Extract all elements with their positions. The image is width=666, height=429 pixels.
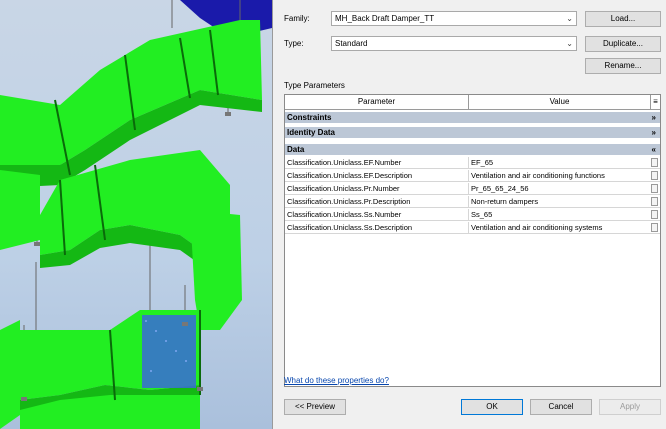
column-header-value[interactable]: Value xyxy=(469,95,651,109)
group-identity-data[interactable]: Identity Data » xyxy=(285,127,660,139)
type-label: Type: xyxy=(284,39,304,48)
type-value: Standard xyxy=(335,39,368,48)
column-header-parameter[interactable]: Parameter xyxy=(285,95,469,109)
table-row[interactable]: Classification.Uniclass.Ss.Number Ss_65 xyxy=(285,209,660,221)
apply-button[interactable]: Apply xyxy=(599,399,661,415)
expand-chevron-icon[interactable]: » xyxy=(652,127,656,139)
edit-cell-button[interactable] xyxy=(651,197,658,206)
duct-model-render xyxy=(0,0,272,429)
collapse-chevron-icon[interactable]: « xyxy=(652,144,656,156)
table-row[interactable]: Classification.Uniclass.Ss.Description V… xyxy=(285,222,660,234)
column-settings-icon[interactable]: ≡ xyxy=(651,95,660,109)
ok-button[interactable]: OK xyxy=(461,399,523,415)
family-dropdown[interactable]: MH_Back Draft Damper_TT ⌄ xyxy=(331,11,577,26)
table-row[interactable]: Classification.Uniclass.EF.Number EF_65 xyxy=(285,157,660,169)
rename-button[interactable]: Rename... xyxy=(585,58,661,74)
load-button[interactable]: Load... xyxy=(585,11,661,27)
parameter-value[interactable]: Ss_65 xyxy=(468,209,648,220)
edit-cell-button[interactable] xyxy=(651,171,658,180)
chevron-down-icon: ⌄ xyxy=(566,39,573,48)
preview-button[interactable]: << Preview xyxy=(284,399,346,415)
group-constraints[interactable]: Constraints » xyxy=(285,112,660,124)
parameter-value[interactable]: Ventilation and air conditioning systems xyxy=(468,222,648,233)
group-label: Identity Data xyxy=(287,128,336,137)
expand-chevron-icon[interactable]: » xyxy=(652,112,656,124)
table-row[interactable]: Classification.Uniclass.EF.Description V… xyxy=(285,170,660,182)
table-row[interactable]: Classification.Uniclass.Pr.Number Pr_65_… xyxy=(285,183,660,195)
group-data[interactable]: Data « xyxy=(285,144,660,156)
parameter-name: Classification.Uniclass.Ss.Number xyxy=(287,210,402,219)
parameter-name: Classification.Uniclass.Pr.Description xyxy=(287,197,411,206)
type-properties-dialog: Family: MH_Back Draft Damper_TT ⌄ Load..… xyxy=(272,0,666,429)
parameter-value[interactable]: EF_65 xyxy=(468,157,648,168)
parameter-value[interactable]: Pr_65_65_24_56 xyxy=(468,183,648,194)
type-parameters-label: Type Parameters xyxy=(284,81,345,90)
parameter-value[interactable]: Non-return dampers xyxy=(468,196,648,207)
3d-viewport[interactable] xyxy=(0,0,272,429)
parameter-name: Classification.Uniclass.EF.Number xyxy=(287,158,402,167)
edit-cell-button[interactable] xyxy=(651,158,658,167)
edit-cell-button[interactable] xyxy=(651,184,658,193)
duplicate-button[interactable]: Duplicate... xyxy=(585,36,661,52)
parameter-name: Classification.Uniclass.Pr.Number xyxy=(287,184,400,193)
family-value: MH_Back Draft Damper_TT xyxy=(335,14,435,23)
table-row[interactable]: Classification.Uniclass.Pr.Description N… xyxy=(285,196,660,208)
edit-cell-button[interactable] xyxy=(651,223,658,232)
parameter-value[interactable]: Ventilation and air conditioning functio… xyxy=(468,170,648,181)
group-label: Data xyxy=(287,145,305,154)
chevron-down-icon: ⌄ xyxy=(566,14,573,23)
parameter-name: Classification.Uniclass.EF.Description xyxy=(287,171,413,180)
type-parameters-table: Parameter Value ≡ Constraints » Identity… xyxy=(284,94,661,387)
table-header: Parameter Value ≡ xyxy=(285,95,660,110)
family-label: Family: xyxy=(284,14,310,23)
edit-cell-button[interactable] xyxy=(651,210,658,219)
help-link[interactable]: What do these properties do? xyxy=(284,376,389,385)
type-dropdown[interactable]: Standard ⌄ xyxy=(331,36,577,51)
parameter-name: Classification.Uniclass.Ss.Description xyxy=(287,223,413,232)
group-label: Constraints xyxy=(287,113,332,122)
cancel-button[interactable]: Cancel xyxy=(530,399,592,415)
